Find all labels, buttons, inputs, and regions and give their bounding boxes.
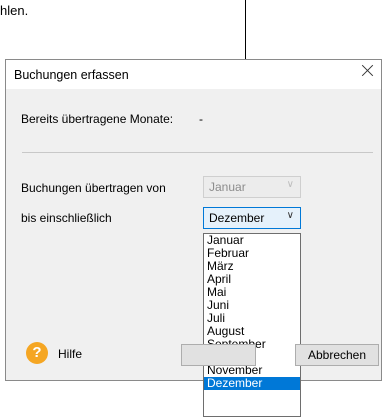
month-dropdown-list: Januar Februar März April Mai Juni Juli …: [203, 233, 301, 417]
from-month-select: Januar ∨: [203, 176, 301, 198]
already-transferred-value: -: [199, 112, 203, 126]
to-month-label: bis einschließlich: [21, 211, 112, 225]
already-transferred-label: Bereits übertragene Monate:: [21, 112, 174, 126]
month-option-selected[interactable]: Dezember: [204, 377, 300, 390]
booking-dialog: Buchungen erfassen Bereits übertragene M…: [5, 59, 382, 417]
separator: [22, 152, 373, 153]
help-icon[interactable]: ?: [26, 342, 48, 364]
chevron-down-icon: ∨: [286, 179, 294, 190]
document-text: hlen.: [0, 3, 29, 18]
dialog-titlebar: Buchungen erfassen: [6, 60, 381, 89]
chevron-down-icon[interactable]: ∨: [287, 210, 294, 221]
to-month-value: Dezember: [209, 211, 265, 225]
dialog-title: Buchungen erfassen: [14, 68, 129, 82]
to-month-select[interactable]: Dezember ∨: [203, 207, 301, 229]
from-month-value: Januar: [209, 180, 246, 194]
cancel-button[interactable]: Abbrechen: [295, 344, 379, 366]
from-month-label: Buchungen übertragen von: [21, 181, 166, 195]
ok-button[interactable]: [181, 344, 256, 366]
close-icon[interactable]: [361, 63, 375, 77]
help-label[interactable]: Hilfe: [58, 347, 82, 361]
